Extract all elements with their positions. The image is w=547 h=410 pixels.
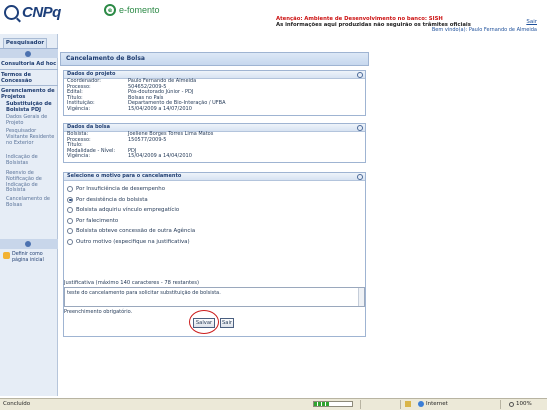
divider	[0, 85, 58, 86]
sidebar-item-gerenciamento[interactable]: Gerenciamento de Projetos	[1, 88, 57, 100]
security-zone: Internet	[418, 401, 448, 407]
sidebar-item-substituicao[interactable]: Substituição de Bolsista PDJ	[1, 101, 57, 113]
page-header: CNPq e e-fomento Atenção: Ambiente de De…	[0, 0, 547, 34]
set-homepage-link[interactable]: Definir como página inicial	[3, 252, 57, 263]
field-value: 15/04/2009 a 14/07/2010	[128, 105, 192, 112]
sidebar-item-pesquisador-visitante[interactable]: Pesquisador Visitante Residente no Exter…	[1, 128, 57, 146]
project-panel-header: Dados do projeto	[64, 71, 365, 79]
sidebar-collapse-bar[interactable]	[0, 48, 58, 58]
status-bar: Concluído Internet 100%	[0, 398, 547, 410]
reason-option-outra-agencia[interactable]: Bolsista obteve concessão de outra Agênc…	[64, 226, 365, 237]
collapse-icon	[25, 241, 31, 247]
option-label: Outro motivo (especifique na justificati…	[76, 238, 190, 245]
radio-button-selected[interactable]	[67, 196, 73, 203]
progress-fill	[314, 402, 330, 406]
tab-pesquisador[interactable]: Pesquisador	[3, 38, 47, 48]
bolsa-panel-title: Dados da bolsa	[67, 124, 111, 130]
main-content: Cancelamento de Bolsa Dados do projeto C…	[60, 52, 369, 388]
magnifier-icon	[4, 4, 19, 20]
divider	[400, 400, 401, 409]
sidebar-item-cancelamento[interactable]: Cancelamento de Bolsas	[1, 196, 57, 209]
zoom-control[interactable]: 100%	[509, 401, 532, 407]
required-note: Preenchimento obrigatório.	[64, 309, 133, 315]
bolsa-panel-header: Dados da bolsa	[64, 124, 365, 132]
reason-option-desempenho[interactable]: Por Insuficiência de desempenho	[64, 184, 365, 195]
option-label: Por Insuficiência de desempenho	[76, 186, 166, 192]
sidebar-item-indicacao[interactable]: Indicação de Bolsistas	[1, 154, 57, 167]
divider	[360, 400, 361, 409]
sidebar-item-reenvio[interactable]: Reenvio de Notificação de Indicação de B…	[1, 170, 57, 194]
radio-button[interactable]	[67, 207, 73, 214]
reason-option-falecimento[interactable]: Por falecimento	[64, 216, 365, 227]
bolsa-panel: Dados da bolsa Bolsista: Joeliene Borges …	[63, 123, 366, 163]
efomento-logo: e e-fomento	[104, 4, 160, 16]
globe-icon	[418, 401, 424, 407]
option-label: Por desistência do bolsista	[76, 196, 148, 203]
divider	[500, 400, 501, 409]
reason-option-vinculo[interactable]: Bolsista adquiriu vínculo empregatício	[64, 205, 365, 216]
option-label: Bolsista obteve concessão de outra Agênc…	[76, 228, 196, 235]
status-text: Concluído	[3, 401, 31, 407]
table-row: Vigência: 15/04/2009 a 14/07/2010	[64, 105, 365, 113]
justification-text: teste do cancelamento para solicitar sub…	[67, 290, 221, 296]
set-homepage-label: Definir como página inicial	[12, 252, 44, 263]
efomento-logo-text: e-fomento	[119, 5, 160, 15]
exit-button[interactable]: Sair	[220, 318, 234, 328]
justification-textarea[interactable]: teste do cancelamento para solicitar sub…	[64, 287, 365, 307]
project-panel-title: Dados do projeto	[67, 71, 116, 77]
logout-link[interactable]: Sair	[526, 19, 537, 25]
sidebar-item-consultoria[interactable]: Consultoria Ad hoc	[1, 61, 57, 67]
option-label: Por falecimento	[76, 217, 119, 224]
sidebar-collapse-bar-bottom[interactable]	[0, 239, 58, 249]
collapse-icon[interactable]	[357, 72, 363, 78]
security-icon	[405, 401, 411, 407]
reason-option-outro[interactable]: Outro motivo (especifique na justificati…	[64, 237, 365, 248]
reason-option-desistencia[interactable]: Por desistência do bolsista	[64, 195, 365, 206]
sidebar-item-dados-gerais[interactable]: Dados Gerais de Projeto	[1, 114, 57, 127]
project-panel: Dados do projeto Coordenador: Paulo Ferna…	[63, 70, 366, 116]
justification-label: Justificativa (máximo 140 caracteres - 7…	[64, 280, 199, 286]
table-row: Vigência: 15/04/2009 a 14/04/2010	[64, 154, 365, 160]
collapse-icon[interactable]	[357, 174, 363, 180]
field-label: Vigência:	[67, 153, 91, 160]
sidebar: Pesquisador Consultoria Ad hoc Termos de…	[0, 34, 58, 396]
textarea-scrollbar[interactable]	[358, 288, 364, 306]
sidebar-item-termos[interactable]: Termos de Concessão	[1, 72, 57, 84]
progress-bar	[313, 401, 353, 407]
welcome-text: Bem vindo(a): Paulo Fernando de Almeida	[431, 27, 537, 33]
divider	[0, 69, 58, 70]
radio-button[interactable]	[67, 217, 73, 224]
collapse-icon	[25, 51, 31, 57]
radio-button[interactable]	[67, 228, 73, 235]
field-value: 15/04/2009 a 14/04/2010	[128, 153, 192, 160]
radio-button[interactable]	[67, 238, 73, 245]
home-icon	[3, 252, 10, 259]
collapse-icon[interactable]	[357, 125, 363, 131]
reason-panel-header: Selecione o motivo para o cancelamento	[64, 173, 365, 181]
cnpq-logo: CNPq	[4, 3, 61, 21]
efomento-icon: e	[104, 4, 116, 16]
save-button[interactable]: Salvar	[193, 318, 215, 328]
option-label: Bolsista adquiriu vínculo empregatício	[76, 207, 180, 214]
zoom-icon	[509, 401, 514, 407]
field-label: Vigência:	[67, 105, 91, 112]
radio-button[interactable]	[67, 186, 73, 192]
page-title: Cancelamento de Bolsa	[60, 52, 369, 66]
reason-panel-title: Selecione o motivo para o cancelamento	[67, 173, 182, 179]
zone-label: Internet	[426, 401, 448, 407]
zoom-level: 100%	[516, 401, 532, 407]
cnpq-logo-text: CNPq	[22, 3, 61, 21]
